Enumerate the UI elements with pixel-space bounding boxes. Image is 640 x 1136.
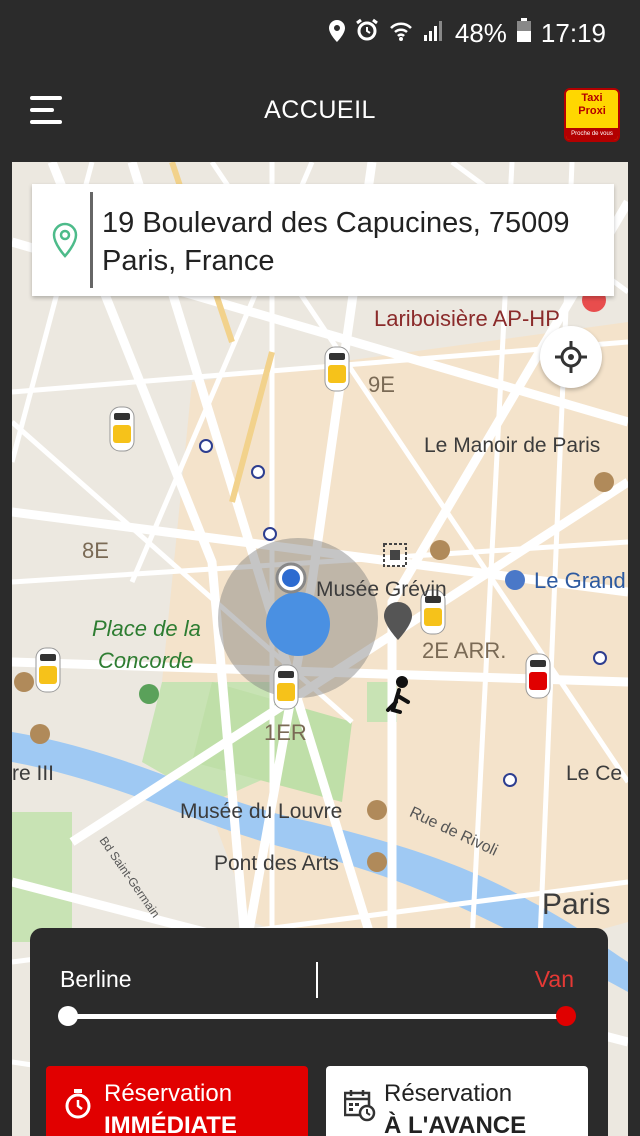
- vehicle-slider-start[interactable]: [58, 1006, 78, 1026]
- app-screen: 48% 17:19 ACCUEIL Taxi Proxi Proche de v…: [0, 0, 640, 1136]
- vehicle-divider: [316, 962, 318, 998]
- vehicle-slider-track[interactable]: [68, 1014, 566, 1019]
- map-label-re-iii: re III: [12, 762, 55, 785]
- advance-label-1: Réservation: [384, 1080, 513, 1107]
- recenter-location-button[interactable]: [540, 326, 602, 388]
- location-icon: [328, 18, 345, 49]
- taxiproxi-logo: Taxi Proxi Proche de vous: [564, 88, 620, 142]
- immediate-label-2: IMMÉDIATE: [104, 1112, 237, 1136]
- map-label-9e: 9E: [368, 372, 395, 397]
- app-bar: ACCUEIL Taxi Proxi Proche de vous: [0, 72, 640, 162]
- booking-panel: Berline Van Réservation IMMÉDIATE Réserv…: [30, 928, 608, 1136]
- pickup-address-field[interactable]: 19 Boulevard des Capucines, 75009 Paris,…: [32, 184, 614, 296]
- map-label-place-concorde-2: Concorde: [98, 648, 194, 673]
- address-divider: [90, 192, 93, 288]
- wifi-icon: [389, 18, 413, 49]
- advance-label-2: À L'AVANCE: [384, 1112, 527, 1136]
- signal-icon: [423, 18, 445, 49]
- map-label-8e: 8E: [82, 538, 109, 563]
- clock: 17:19: [540, 18, 606, 48]
- map-label-manoir: Le Manoir de Paris: [424, 434, 601, 457]
- page-title: ACCUEIL: [264, 96, 376, 124]
- crosshair-icon: [555, 341, 587, 378]
- advance-booking-button[interactable]: Réservation À L'AVANCE: [326, 1066, 588, 1136]
- map-label-musee-louvre: Musée du Louvre: [180, 800, 343, 823]
- map-label-2e-arr: 2E ARR.: [422, 638, 507, 663]
- battery-percent: 48%: [454, 18, 507, 48]
- map-label-paris: Paris: [542, 888, 611, 921]
- vehicle-option-van[interactable]: Van: [535, 966, 574, 993]
- vehicle-option-berline[interactable]: Berline: [60, 966, 132, 993]
- stopwatch-icon: [64, 1088, 92, 1125]
- location-pin-icon: [52, 222, 78, 263]
- map-label-place-concorde-1: Place de la: [92, 616, 201, 641]
- calendar-clock-icon: [343, 1088, 376, 1127]
- map-label-le-ce: Le Ce: [566, 762, 623, 785]
- alarm-icon: [355, 18, 379, 49]
- map-label-1er: 1ER: [264, 720, 307, 745]
- battery-icon: [516, 18, 531, 49]
- map-label-pont-arts: Pont des Arts: [214, 852, 339, 875]
- map-label-le-grand: Le Grand: [534, 568, 626, 593]
- status-bar: 48% 17:19: [0, 0, 640, 72]
- pickup-address-text: 19 Boulevard des Capucines, 75009 Paris,…: [102, 207, 570, 277]
- vehicle-slider-handle[interactable]: [556, 1006, 576, 1026]
- immediate-label-1: Réservation: [104, 1080, 233, 1107]
- map-label-musee-grevin: Musée Grévin: [316, 578, 447, 601]
- map-label-lariboisiere: Lariboisière AP-HP: [374, 306, 560, 331]
- immediate-booking-button[interactable]: Réservation IMMÉDIATE: [46, 1066, 308, 1136]
